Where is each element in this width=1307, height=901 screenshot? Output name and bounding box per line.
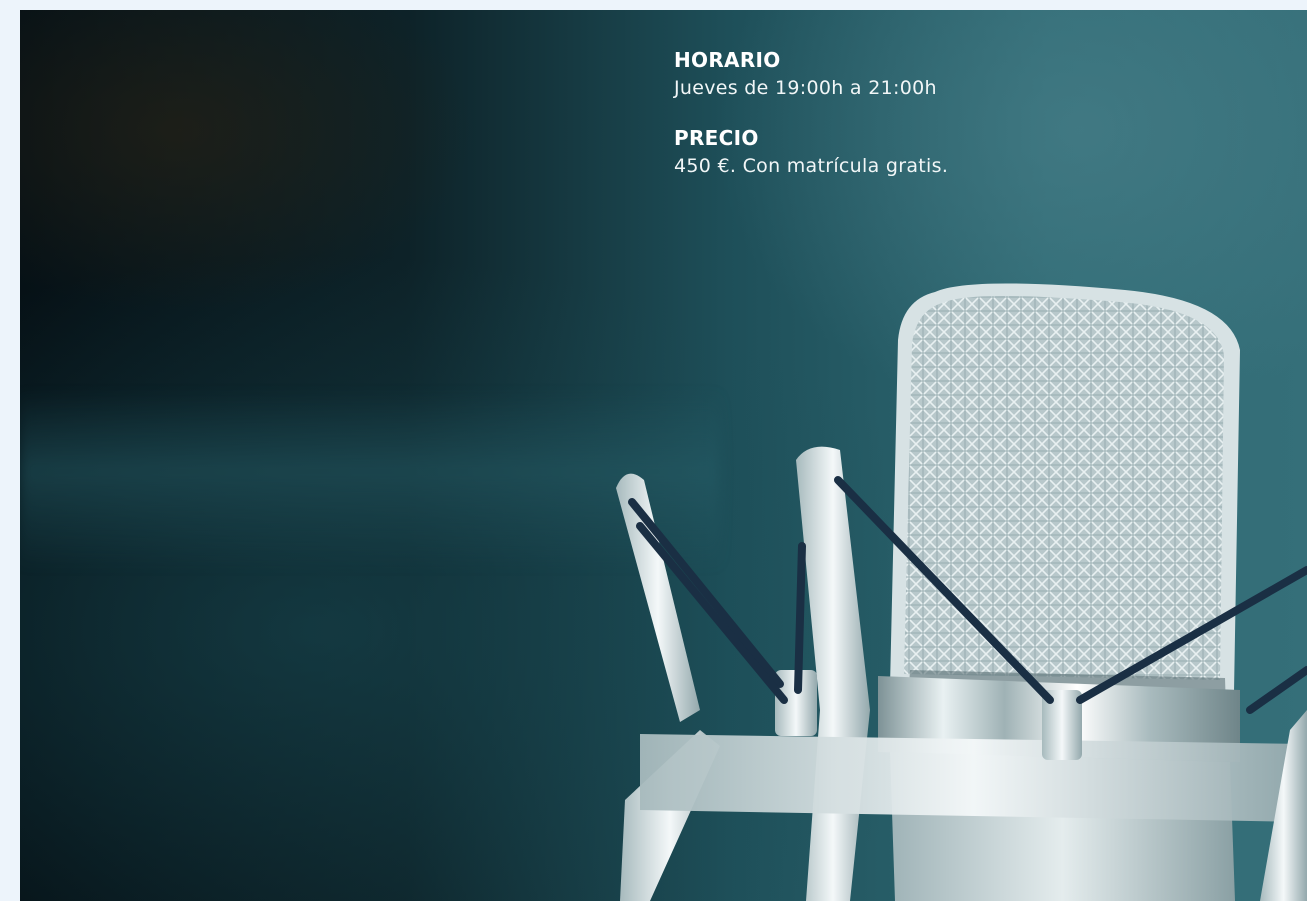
schedule-value: Jueves de 19:00h a 21:00h xyxy=(674,77,937,99)
schedule-label: HORARIO xyxy=(674,48,781,72)
microphone-image xyxy=(616,283,1307,901)
course-info: HORARIO Jueves de 19:00h a 21:00h PRECIO… xyxy=(674,46,948,202)
hero-banner: HORARIO Jueves de 19:00h a 21:00h PRECIO… xyxy=(20,10,1307,901)
price-value: 450 €. Con matrícula gratis. xyxy=(674,155,949,177)
price-block: PRECIO 450 €. Con matrícula gratis. xyxy=(674,124,948,180)
price-label: PRECIO xyxy=(674,126,759,150)
page: HORARIO Jueves de 19:00h a 21:00h PRECIO… xyxy=(0,0,1307,901)
schedule-block: HORARIO Jueves de 19:00h a 21:00h xyxy=(674,46,948,102)
